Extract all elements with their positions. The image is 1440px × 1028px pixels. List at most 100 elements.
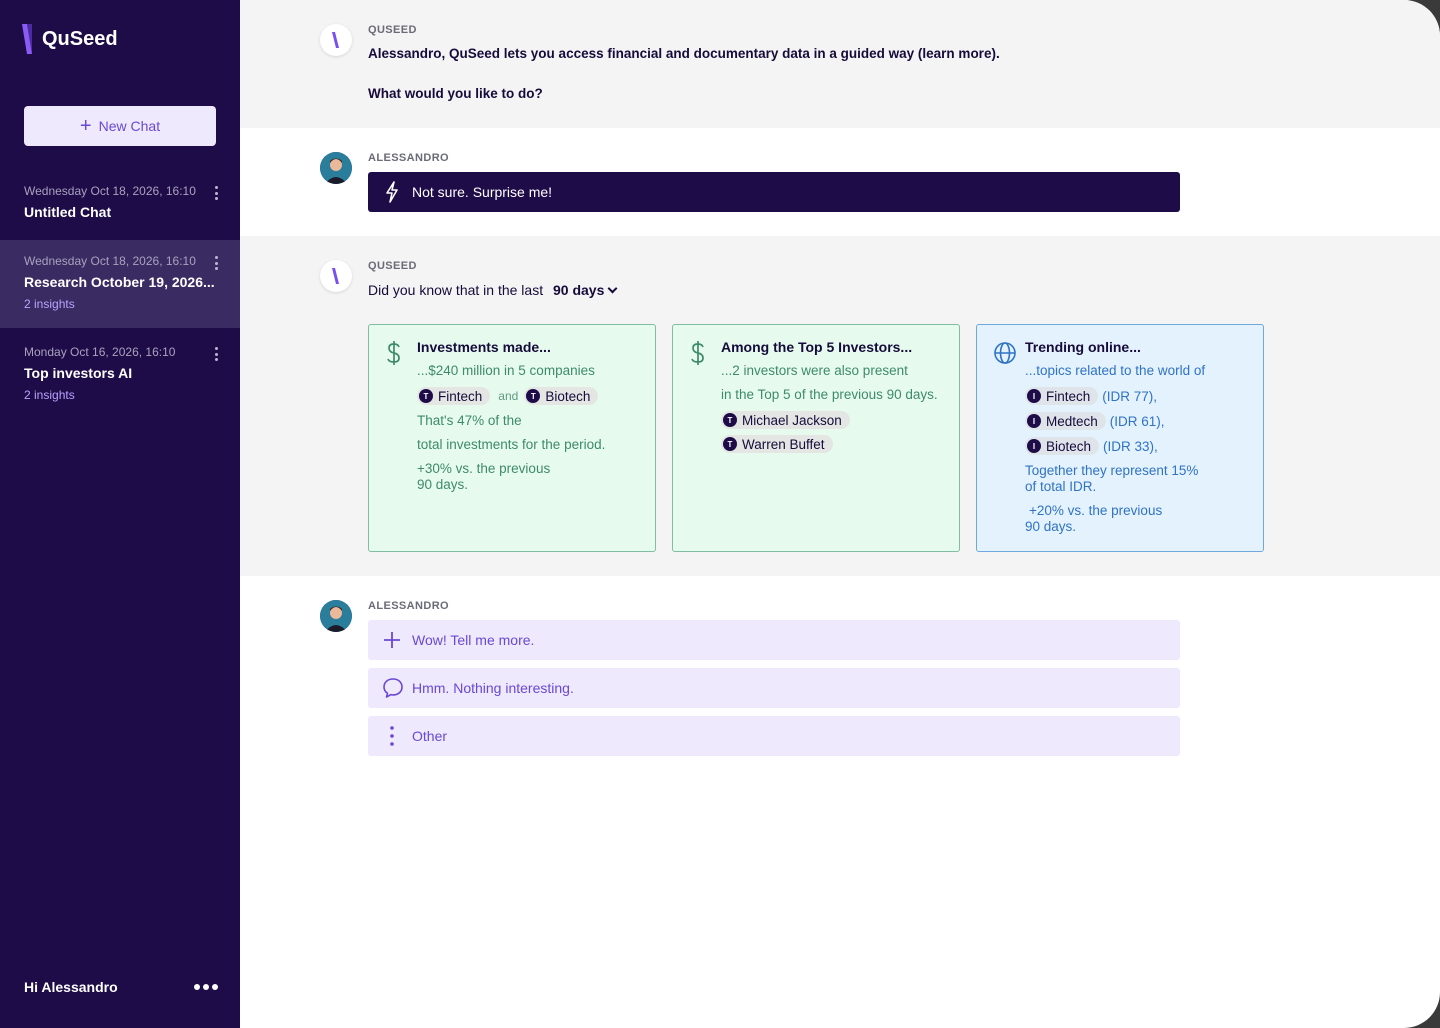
insight-prompt: Did you know that in the last 90 days (368, 282, 618, 298)
chip-label: Fintech (438, 388, 483, 404)
chat-date: Wednesday Oct 18, 2026, 16:10 (24, 184, 196, 198)
plus-icon: + (79, 115, 92, 137)
tag-icon: T (723, 413, 737, 427)
idr-value: (IDR 77), (1102, 388, 1158, 404)
topic-chip[interactable]: I Fintech (1025, 387, 1099, 405)
insight-card-investments[interactable]: Investments made... ...$240 million in 5… (368, 324, 656, 552)
chat-list-item[interactable]: Wednesday Oct 18, 2026, 16:10 Untitled C… (0, 184, 240, 232)
user-reply-message: ALESSANDRO Not sure. Surprise me! (240, 128, 1440, 236)
brand-name: QuSeed (42, 27, 118, 50)
sector-tags: T Fintech and T Biotech (417, 387, 655, 405)
option-label: Other (412, 728, 448, 744)
intro-question: What would you like to do? (368, 86, 543, 101)
vertical-dots-icon (390, 726, 394, 746)
card-text: ...2 investors were also present (721, 363, 908, 378)
card-title: Investments made... (417, 339, 551, 355)
investor-chip[interactable]: T Michael Jackson (721, 411, 850, 429)
dollar-icon (691, 341, 704, 365)
investor-chip[interactable]: T Warren Buffet (721, 435, 833, 453)
sidebar: QuSeed + New Chat Wednesday Oct 18, 2026… (0, 0, 240, 1028)
card-text: Together they represent 15% (1025, 463, 1199, 478)
chip-label: Medtech (1046, 413, 1098, 429)
sender-label: QUSEED (368, 260, 417, 272)
chat-title: Untitled Chat (24, 204, 112, 220)
period-dropdown[interactable]: 90 days (553, 282, 618, 298)
topic-row: I Biotech (IDR 33), (1025, 437, 1263, 455)
topic-row: I Medtech (IDR 61), (1025, 412, 1263, 430)
chip-label: Biotech (545, 388, 591, 404)
period-value: 90 days (553, 282, 605, 298)
tag-icon: I (1027, 439, 1041, 453)
card-text: +20% vs. the previous (1029, 503, 1163, 518)
topic-chip[interactable]: I Medtech (1025, 412, 1106, 430)
sector-chip[interactable]: T Fintech (417, 387, 491, 405)
speech-bubble-icon (383, 678, 403, 698)
card-text: of total IDR. (1025, 479, 1097, 494)
chip-label: Biotech (1046, 438, 1092, 454)
chip-label: Fintech (1046, 388, 1091, 404)
globe-icon (994, 342, 1016, 364)
sender-label: ALESSANDRO (368, 600, 450, 612)
user-avatar (320, 600, 352, 632)
app-window: QuSeed + New Chat Wednesday Oct 18, 2026… (0, 0, 1440, 1028)
idr-value: (IDR 61), (1109, 413, 1165, 429)
quseed-avatar-icon (320, 24, 352, 56)
card-text: That's 47% of the (417, 413, 522, 428)
user-options-message: ALESSANDRO Wow! Tell me more. Hmm. Nothi… (240, 576, 1440, 776)
chat-list-item-active[interactable]: Wednesday Oct 18, 2026, 16:10 Research O… (0, 240, 240, 328)
insight-card-top-investors[interactable]: Among the Top 5 Investors... ...2 invest… (672, 324, 960, 552)
card-title: Among the Top 5 Investors... (721, 339, 913, 355)
card-text: 90 days. (417, 477, 469, 492)
topic-chip[interactable]: I Biotech (1025, 437, 1100, 455)
tag-icon: T (723, 437, 737, 451)
plus-icon (384, 632, 400, 648)
chat-list-item[interactable]: Monday Oct 16, 2026, 16:10 Top investors… (0, 345, 240, 409)
option-label: Wow! Tell me more. (412, 632, 535, 648)
tag-icon: T (526, 389, 541, 403)
user-greeting: Hi Alessandro (24, 979, 118, 995)
sector-chip[interactable]: T Biotech (524, 387, 599, 405)
chat-date: Monday Oct 16, 2026, 16:10 (24, 345, 176, 359)
topic-row: I Fintech (IDR 77), (1025, 387, 1263, 405)
insight-card-trending[interactable]: Trending online... ...topics related to … (976, 324, 1264, 552)
card-text: +30% vs. the previous (417, 461, 551, 476)
assistant-intro-message: QUSEED Alessandro, QuSeed lets you acces… (240, 0, 1440, 128)
conjunction: and (498, 389, 519, 403)
card-text: 90 days. (1025, 519, 1077, 534)
quseed-logo-icon (22, 24, 32, 54)
chat-date: Wednesday Oct 18, 2026, 16:10 (24, 254, 196, 268)
assistant-insight-message: QUSEED Did you know that in the last 90 … (240, 236, 1440, 576)
card-text: in the Top 5 of the previous 90 days. (721, 387, 938, 402)
chat-options-icon[interactable] (212, 347, 220, 361)
brand-logo: QuSeed (20, 24, 118, 54)
tag-icon: I (1027, 389, 1041, 403)
sender-label: QUSEED (368, 24, 417, 36)
dollar-icon (387, 341, 400, 365)
investor-row: T Michael Jackson (721, 411, 959, 429)
chip-label: Warren Buffet (742, 436, 825, 452)
chat-title: Research October 19, 2026... (24, 274, 215, 290)
surprise-me-option[interactable]: Not sure. Surprise me! (368, 172, 1180, 212)
investor-row: T Warren Buffet (721, 435, 959, 453)
tell-me-more-option[interactable]: Wow! Tell me more. (368, 620, 1180, 660)
new-chat-label: New Chat (98, 118, 161, 134)
chat-options-icon[interactable] (212, 186, 220, 200)
intro-text: Alessandro, QuSeed lets you access finan… (368, 46, 1000, 61)
option-label: Not sure. Surprise me! (412, 184, 553, 200)
chat-options-icon[interactable] (212, 256, 220, 270)
tag-icon: I (1027, 414, 1041, 428)
prompt-text: Did you know that in the last (368, 282, 544, 298)
card-text: ...$240 million in 5 companies (417, 363, 595, 378)
sender-label: ALESSANDRO (368, 152, 450, 164)
lightning-icon (386, 181, 398, 203)
quseed-avatar-icon (320, 260, 352, 292)
option-label: Hmm. Nothing interesting. (412, 680, 574, 696)
idr-value: (IDR 33), (1103, 438, 1158, 454)
new-chat-button[interactable]: + New Chat (24, 106, 216, 146)
more-options-icon[interactable] (194, 984, 218, 990)
chevron-down-icon (607, 283, 618, 294)
nothing-interesting-option[interactable]: Hmm. Nothing interesting. (368, 668, 1180, 708)
tag-icon: T (419, 389, 433, 403)
other-option[interactable]: Other (368, 716, 1180, 756)
chat-insights-count: 2 insights (24, 388, 75, 402)
